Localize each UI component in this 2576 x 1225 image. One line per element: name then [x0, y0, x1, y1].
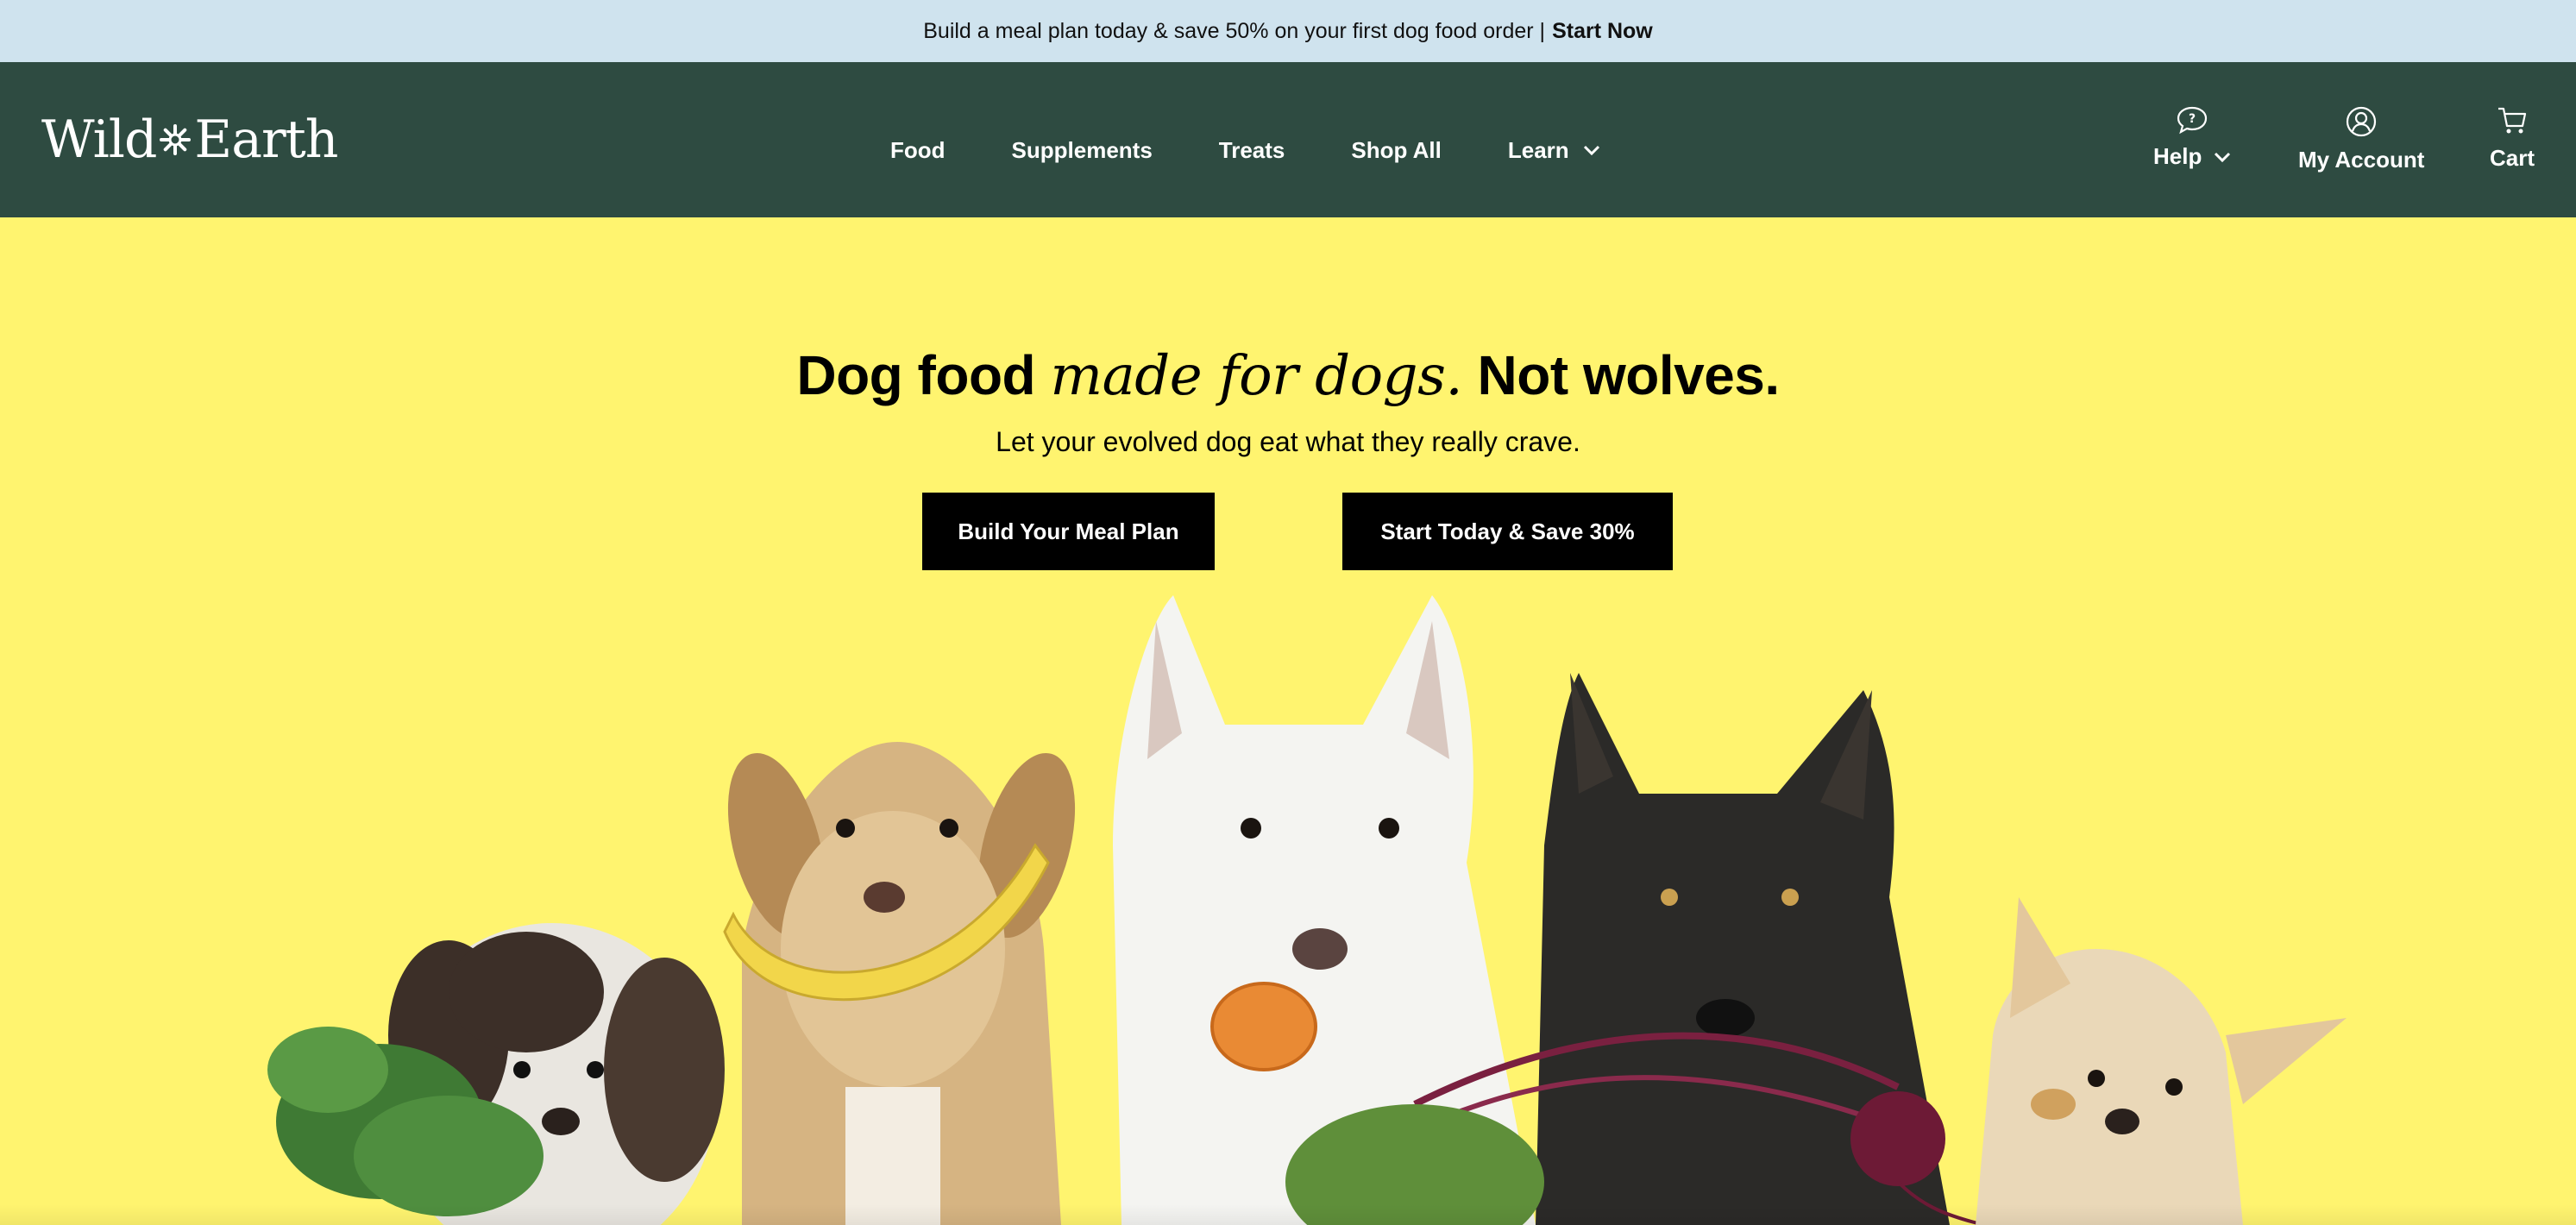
hero-bottom-shadow	[0, 1204, 2576, 1225]
wild-earth-logo[interactable]: Wild Earth	[41, 105, 338, 174]
cart-label: Cart	[2490, 145, 2535, 171]
nav-item-treats[interactable]: Treats	[1219, 137, 1285, 164]
headline-bold-2: Not wolves.	[1477, 344, 1781, 406]
my-account-label: My Account	[2298, 147, 2425, 173]
nav-item-supplements[interactable]: Supplements	[1012, 137, 1153, 164]
help-label: Help	[2153, 143, 2202, 169]
chihuahua-dog	[1976, 897, 2347, 1225]
nav-item-label: Shop All	[1351, 136, 1442, 163]
snowflake-logo-icon	[160, 124, 192, 155]
cart-icon	[2498, 107, 2527, 134]
nav-item-shop-all[interactable]: Shop All	[1351, 137, 1441, 164]
hero-dogs-image	[267, 595, 2347, 1225]
hero-headline: Dog food made for dogs. Not wolves.	[0, 343, 2576, 408]
help-menu[interactable]: ? Help	[2153, 105, 2231, 170]
build-meal-plan-button[interactable]: Build Your Meal Plan	[922, 493, 1215, 570]
nav-item-food[interactable]: Food	[890, 137, 946, 164]
announcement-text: Build a meal plan today & save 50% on yo…	[923, 18, 1546, 43]
chevron-down-icon	[2215, 152, 2231, 162]
nav-item-label: Learn	[1507, 136, 1569, 163]
headline-bold-1: Dog food	[796, 344, 1036, 406]
help-chat-icon: ?	[2177, 106, 2208, 135]
headline-italic: made for dogs.	[1050, 344, 1463, 408]
announcement-bar: Build a meal plan today & save 50% on yo…	[0, 0, 2576, 62]
chevron-down-icon	[1583, 145, 1599, 155]
nav-item-label: Treats	[1218, 136, 1285, 163]
start-today-button[interactable]: Start Today & Save 30%	[1342, 493, 1673, 570]
main-nav: Food Supplements Treats Shop All Learn	[890, 124, 1600, 176]
golden-dog-with-banana	[723, 742, 1076, 1225]
logo-text-earth: Earth	[194, 110, 338, 170]
nav-item-learn[interactable]: Learn	[1508, 137, 1600, 164]
nav-item-label: Food	[890, 136, 946, 163]
curly-dog-with-spinach	[267, 923, 725, 1225]
svg-text:?: ?	[2189, 112, 2196, 126]
my-account-link[interactable]: My Account	[2298, 105, 2424, 173]
logo-text-wild: Wild	[41, 110, 157, 170]
account-user-icon	[2347, 106, 2377, 137]
nav-item-label: Supplements	[1011, 136, 1153, 163]
cart-link[interactable]: Cart	[2490, 105, 2535, 172]
hero-subtitle: Let your evolved dog eat what they reall…	[996, 426, 1580, 457]
announcement-start-now-link[interactable]: Start Now	[1552, 19, 1653, 44]
site-header: Wild Earth Food Supplements Treats Shop …	[0, 62, 2576, 217]
